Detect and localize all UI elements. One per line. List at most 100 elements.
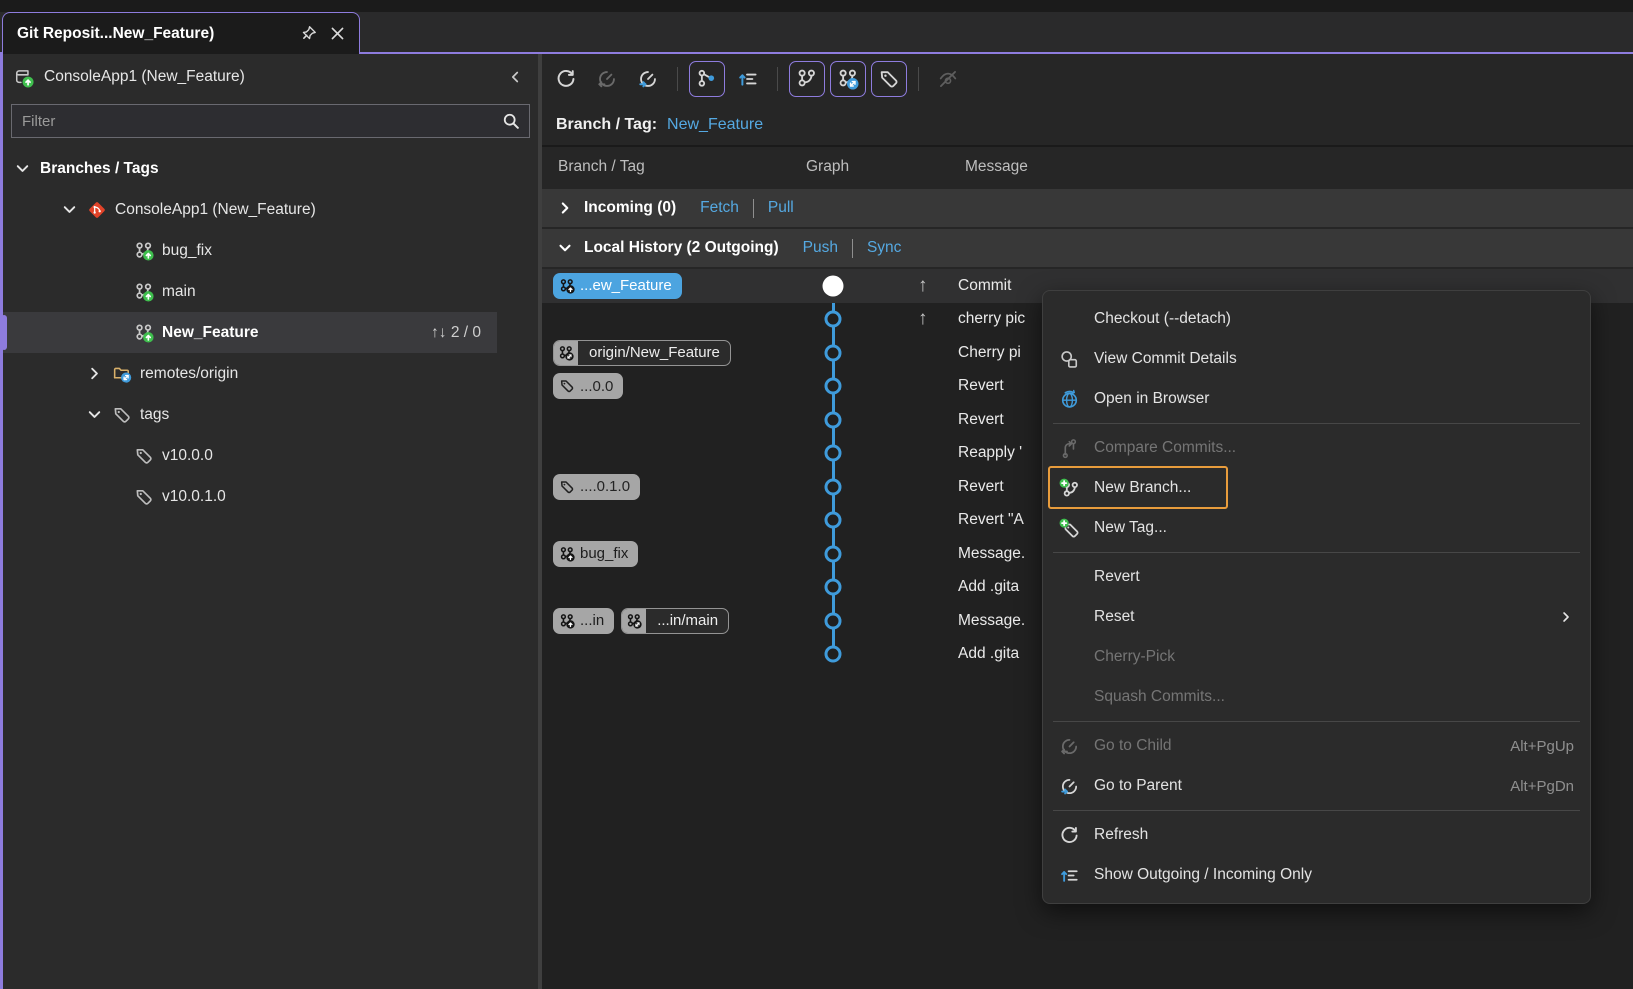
chevron-right-icon[interactable] (556, 199, 574, 217)
branches-tree: Branches / TagsConsoleApp1 (New_Feature)… (3, 148, 538, 517)
search-icon (502, 112, 521, 131)
ref-label-pill[interactable]: ...in (553, 608, 614, 634)
ref-label-pill[interactable]: ...ew_Feature (553, 273, 682, 299)
menu-separator (1053, 721, 1580, 722)
close-icon[interactable] (328, 24, 347, 43)
commit-dot[interactable] (825, 612, 842, 629)
tree-item-repo-consoleapp1[interactable]: ConsoleApp1 (New_Feature) (3, 189, 538, 230)
column-header-message[interactable]: Message (965, 158, 1028, 176)
pin-icon[interactable] (299, 24, 318, 43)
go-to-parent-button-icon[interactable] (630, 61, 666, 97)
menu-item-label: Compare Commits... (1094, 439, 1236, 457)
local-history-section[interactable]: Local History (2 Outgoing) Push Sync (542, 229, 1633, 267)
menu-item-view-commit-details[interactable]: View Commit Details (1043, 339, 1590, 379)
commit-dot[interactable] (825, 411, 842, 428)
commit-message: cherry pic (958, 310, 1025, 328)
ref-labels: bug_fix (553, 541, 638, 567)
ref-label-pill[interactable]: origin/New_Feature (553, 340, 731, 366)
commit-dot[interactable] (825, 478, 842, 495)
tree-item-remotes-origin[interactable]: remotes/origin (3, 353, 538, 394)
push-link[interactable]: Push (803, 239, 838, 257)
toggle-show-tags-toggle[interactable] (871, 61, 907, 97)
tree-item-branches-tags[interactable]: Branches / Tags (3, 148, 538, 189)
menu-item-label: Show Outgoing / Incoming Only (1094, 866, 1312, 884)
outgoing-icon (1057, 865, 1081, 886)
tree-item-label: bug_fix (162, 242, 212, 260)
branch-up-green-icon (134, 323, 154, 343)
ref-label-text: ...ew_Feature (580, 277, 672, 294)
link-divider (753, 199, 754, 218)
git-history-panel: Branch / Tag: New_Feature Branch / Tag G… (542, 54, 1633, 989)
menu-item-checkout-detach[interactable]: Checkout (--detach) (1043, 299, 1590, 339)
menu-item-new-branch[interactable]: New Branch... (1043, 468, 1590, 508)
sync-link[interactable]: Sync (867, 239, 901, 257)
compare-icon (1057, 438, 1081, 459)
column-header-graph[interactable]: Graph (806, 158, 849, 176)
refresh-button-icon[interactable] (548, 61, 584, 97)
commit-dot[interactable] (825, 646, 842, 663)
chevron-down-icon[interactable] (60, 200, 79, 219)
ref-label-text: bug_fix (580, 545, 628, 562)
toggle-show-graph-toggle[interactable] (689, 61, 725, 97)
chevron-down-icon[interactable] (85, 405, 104, 424)
toggle-show-branches-toggle[interactable] (789, 61, 825, 97)
tag-icon (134, 487, 154, 507)
commit-message: Commit (958, 277, 1011, 295)
menu-item-go-to-parent[interactable]: Go to ParentAlt+PgDn (1043, 766, 1590, 806)
chevron-right-icon[interactable] (85, 364, 104, 383)
menu-item-cherry-pick: Cherry-Pick (1043, 637, 1590, 677)
tree-item-tags[interactable]: tags (3, 394, 538, 435)
commit-dot[interactable] (825, 378, 842, 395)
tree-item-label: v10.0.1.0 (162, 488, 226, 506)
tree-item-branch-bug-fix[interactable]: bug_fix (3, 230, 538, 271)
commit-dot[interactable] (825, 445, 842, 462)
column-header-branch-tag[interactable]: Branch / Tag (558, 158, 645, 176)
ref-label-pill[interactable]: ...0.0 (553, 373, 623, 399)
ref-labels: ...ew_Feature (553, 273, 682, 299)
menu-item-reset[interactable]: Reset (1043, 597, 1590, 637)
menu-item-new-tag[interactable]: New Tag... (1043, 508, 1590, 548)
menu-item-revert[interactable]: Revert (1043, 557, 1590, 597)
commit-dot[interactable] (825, 311, 842, 328)
fetch-link[interactable]: Fetch (700, 199, 739, 217)
head-commit-dot[interactable] (823, 275, 844, 296)
pull-link[interactable]: Pull (768, 199, 794, 217)
menu-icon-spacer (1057, 607, 1081, 628)
new-tag-icon (1057, 518, 1081, 539)
menu-item-open-in-browser[interactable]: Open in Browser (1043, 379, 1590, 419)
menu-item-refresh[interactable]: Refresh (1043, 815, 1590, 855)
tree-item-label: main (162, 283, 196, 301)
commit-dot[interactable] (825, 545, 842, 562)
menu-shortcut: Alt+PgDn (1510, 778, 1574, 795)
commit-message: Cherry pi (958, 344, 1021, 362)
commit-dot[interactable] (825, 512, 842, 529)
ref-label-pill[interactable]: ...in/main (621, 608, 729, 634)
git-repository-tab[interactable]: Git Reposit...New_Feature) (2, 12, 360, 54)
commit-message: Message. (958, 612, 1025, 630)
incoming-label: Incoming (0) (584, 199, 676, 217)
chevron-down-icon[interactable] (556, 239, 574, 257)
incoming-section[interactable]: Incoming (0) Fetch Pull (542, 189, 1633, 227)
chevron-down-icon[interactable] (13, 159, 32, 178)
menu-separator (1053, 810, 1580, 811)
branch-tag-value[interactable]: New_Feature (667, 116, 763, 134)
commit-dot[interactable] (825, 579, 842, 596)
ref-label-pill[interactable]: bug_fix (553, 541, 638, 567)
menu-item-show-outgoing-incoming-only[interactable]: Show Outgoing / Incoming Only (1043, 855, 1590, 895)
menu-item-label: Refresh (1094, 826, 1148, 844)
commit-message: Message. (958, 545, 1025, 563)
tree-item-branch-main[interactable]: main (3, 271, 538, 312)
collapse-panel-icon[interactable] (506, 68, 524, 86)
menu-item-label: Checkout (--detach) (1094, 310, 1231, 328)
branch-tag-label: Branch / Tag: (556, 116, 657, 134)
filter-input[interactable] (22, 113, 502, 130)
tree-item-branch-new-feature[interactable]: New_Feature↑↓ 2 / 0 (3, 312, 497, 353)
ref-label-pill[interactable]: ....0.1.0 (553, 474, 640, 500)
toggle-hidden-refs-icon (930, 61, 966, 97)
ahead-behind-badge: ↑↓ 2 / 0 (431, 324, 497, 342)
toggle-outgoing-incoming-only-icon[interactable] (730, 61, 766, 97)
tree-item-tag-v10.0.1.0[interactable]: v10.0.1.0 (3, 476, 538, 517)
tree-item-tag-v10.0.0[interactable]: v10.0.0 (3, 435, 538, 476)
commit-dot[interactable] (825, 344, 842, 361)
toggle-show-remote-branches-toggle[interactable] (830, 61, 866, 97)
